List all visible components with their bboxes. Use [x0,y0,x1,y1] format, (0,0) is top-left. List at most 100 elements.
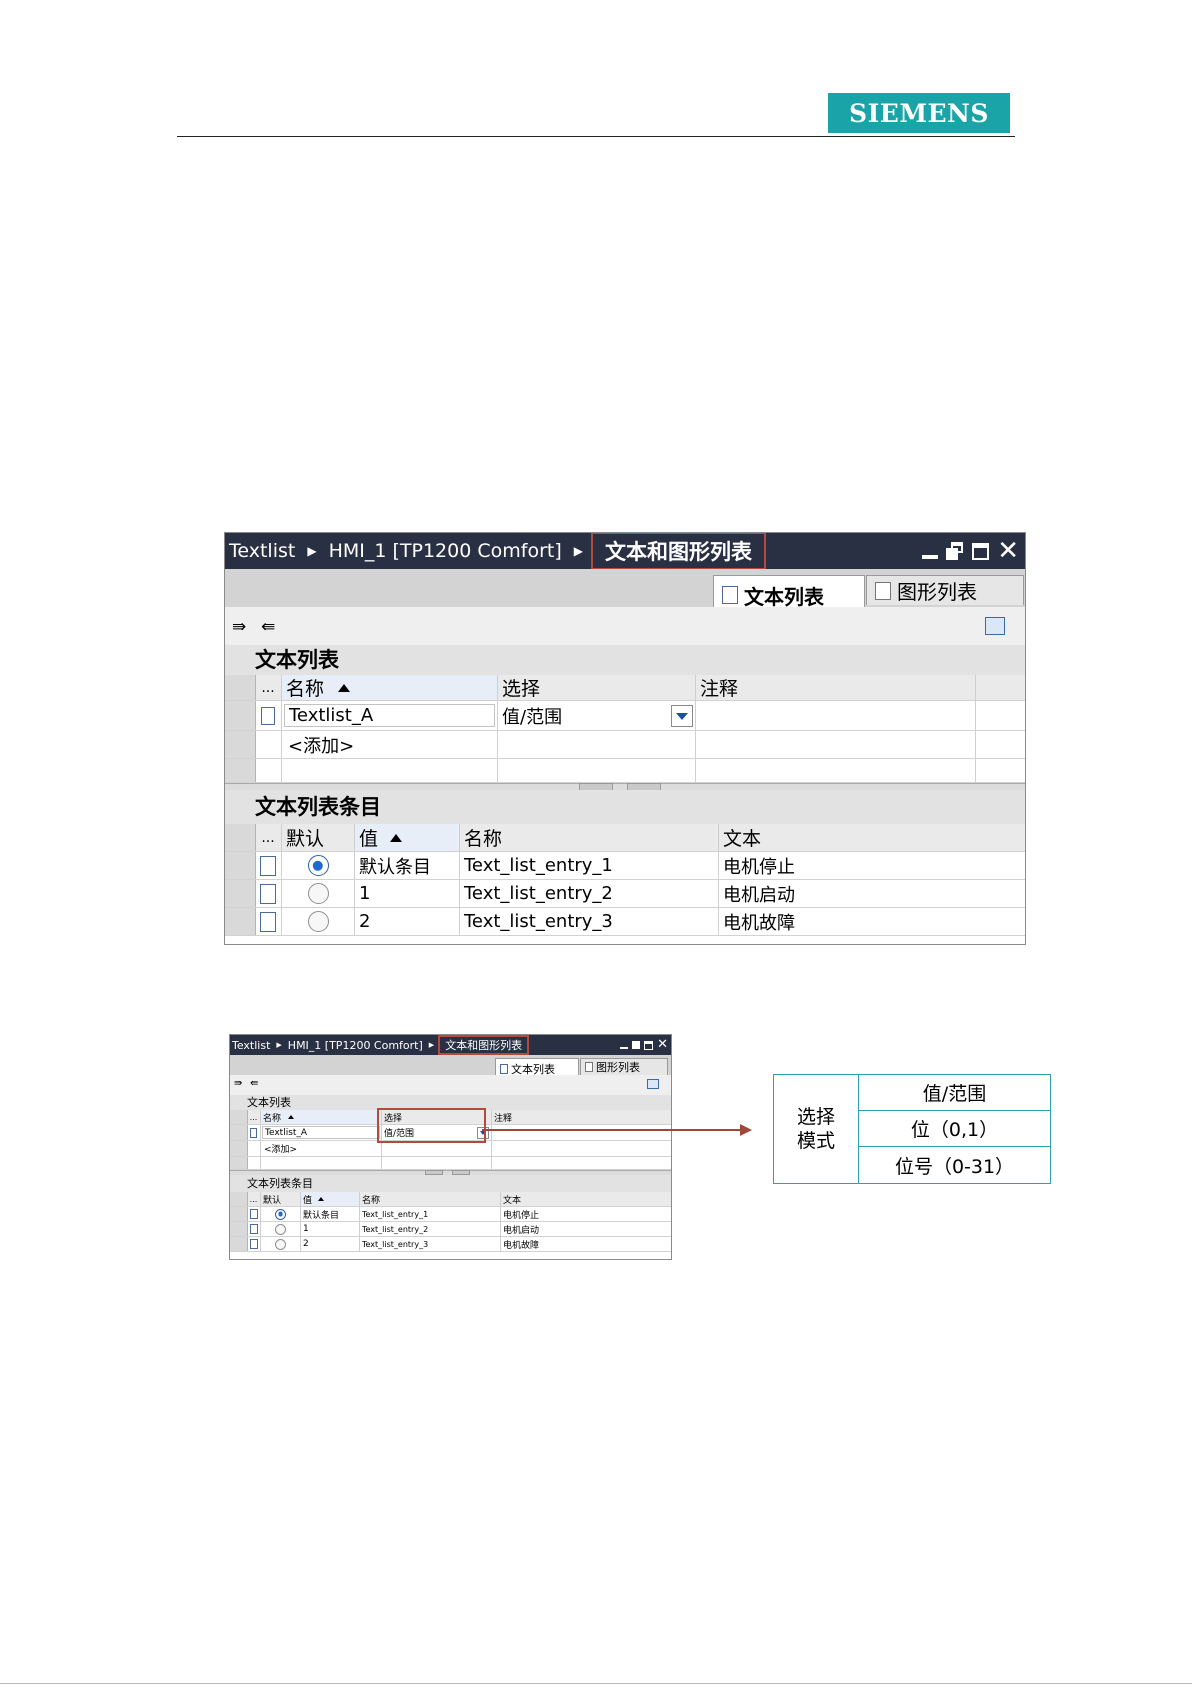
col-name-label: 名称 [286,678,325,700]
maximize-icon[interactable] [972,542,990,560]
default-radio[interactable] [307,883,329,904]
comment-cell[interactable] [696,701,976,730]
default-cell[interactable] [282,852,355,879]
col-value[interactable]: 值 [355,824,460,851]
col-name[interactable]: 名称 [460,824,719,851]
col-selection[interactable]: 选择 [498,675,696,700]
value-cell[interactable]: 2 [301,1237,360,1251]
col-value-label: 值 [359,828,379,850]
default-cell[interactable] [282,880,355,907]
row-header [225,759,256,782]
selection-dropdown-icon[interactable] [671,705,693,727]
add-new-cell[interactable]: <添加> [282,731,498,758]
table-settings-icon[interactable] [985,617,1005,635]
name-cell[interactable]: Textlist_A [282,701,498,730]
name-cell[interactable]: Text_list_entry_1 [360,1207,501,1221]
value-cell[interactable]: 2 [355,908,460,935]
window-controls: ✕ [922,533,1019,569]
col-value[interactable]: 值 [301,1192,360,1206]
default-radio-selected[interactable] [307,855,329,876]
col-default[interactable]: 默认 [261,1192,301,1206]
default-radio[interactable] [307,911,329,932]
maximize-icon[interactable] [644,1040,654,1050]
restore-icon[interactable] [632,1041,641,1049]
text-cell[interactable]: 电机故障 [719,908,1025,935]
text-cell[interactable]: 电机故障 [501,1237,671,1251]
table-settings-icon[interactable] [647,1079,659,1089]
row-icon-cell [247,1207,261,1221]
text-cell[interactable]: 电机启动 [501,1222,671,1236]
entries-section-title: 文本列表条目 [225,790,1025,824]
name-cell[interactable]: Text_list_entry_3 [460,908,719,935]
comment-cell[interactable] [492,1125,671,1140]
col-name[interactable]: 名称 [282,675,498,700]
value-cell[interactable]: 默认条目 [355,852,460,879]
value-cell[interactable]: 1 [355,880,460,907]
close-icon[interactable]: ✕ [657,1038,668,1051]
tab-graphic-lists[interactable]: 图形列表 [580,1058,668,1075]
name-field[interactable]: Textlist_A [284,704,495,727]
sort-ascending-icon [288,1115,295,1119]
expand-all-icon[interactable]: ⇛ [232,617,246,637]
value-cell[interactable]: 默认条目 [301,1207,360,1221]
table-row[interactable]: 2 Text_list_entry_3 电机故障 [225,908,1025,936]
footer-divider [0,1683,1192,1684]
row-header [230,1192,248,1206]
default-radio[interactable] [275,1238,286,1250]
col-more[interactable]: ... [247,1110,261,1124]
breadcrumb-separator-icon: ▶ [307,544,317,558]
breadcrumb-project[interactable]: Textlist [232,1039,270,1052]
minimize-icon[interactable] [620,1047,629,1049]
col-name[interactable]: 名称 [261,1110,382,1124]
col-more[interactable]: ... [255,675,282,700]
minimize-icon[interactable] [922,555,939,559]
col-comment[interactable]: 注释 [696,675,976,700]
add-new-cell[interactable]: <添加> [261,1141,382,1156]
default-cell[interactable] [282,908,355,935]
tab-label: 文本列表 [744,584,824,609]
col-text[interactable]: 文本 [719,824,1025,851]
name-cell[interactable]: Text_list_entry_2 [460,880,719,907]
col-comment[interactable]: 注释 [492,1110,671,1124]
col-more[interactable]: ... [255,824,282,851]
default-radio-selected[interactable] [275,1208,286,1220]
table-row[interactable]: 默认条目 Text_list_entry_1 电机停止 [230,1207,671,1222]
table-row[interactable]: 1 Text_list_entry_2 电机启动 [230,1222,671,1237]
add-row[interactable]: <添加> [225,731,1025,759]
default-cell[interactable] [261,1207,301,1221]
collapse-all-icon[interactable]: ⇚ [250,1078,258,1089]
name-field[interactable]: Textlist_A [262,1126,380,1139]
tab-graphic-lists[interactable]: 图形列表 [866,575,1024,605]
name-cell[interactable]: Text_list_entry_3 [360,1237,501,1251]
text-cell[interactable]: 电机启动 [719,880,1025,907]
breadcrumb-device[interactable]: HMI_1 [TP1200 Comfort] [288,1039,423,1052]
restore-icon[interactable] [946,542,964,560]
collapse-all-icon[interactable]: ⇚ [261,617,275,637]
breadcrumb-device[interactable]: HMI_1 [TP1200 Comfort] [329,540,562,562]
default-radio[interactable] [275,1223,286,1235]
expand-all-icon[interactable]: ⇛ [234,1078,242,1089]
value-cell[interactable]: 1 [301,1222,360,1236]
close-icon[interactable]: ✕ [997,538,1019,564]
table-row[interactable]: 默认条目 Text_list_entry_1 电机停止 [225,852,1025,880]
table-row[interactable]: Textlist_A 值/范围 [225,701,1025,731]
col-name[interactable]: 名称 [360,1192,501,1206]
selection-cell[interactable]: 值/范围 [498,701,696,730]
name-cell[interactable]: Text_list_entry_1 [460,852,719,879]
breadcrumb-project[interactable]: Textlist [229,540,295,562]
default-cell[interactable] [261,1237,301,1251]
row-header [225,675,256,700]
table-row[interactable]: 2 Text_list_entry_3 电机故障 [230,1237,671,1252]
col-text[interactable]: 文本 [501,1192,671,1206]
col-default[interactable]: 默认 [282,824,355,851]
default-cell[interactable] [261,1222,301,1236]
row-icon-cell [255,701,282,730]
table-row[interactable]: 1 Text_list_entry_2 电机启动 [225,880,1025,908]
add-row[interactable]: <添加> [230,1141,671,1157]
selection-mode-table: 选择 模式 值/范围 位（0,1） 位号（0-31） [773,1074,1051,1184]
name-cell[interactable]: Text_list_entry_2 [360,1222,501,1236]
text-cell[interactable]: 电机停止 [719,852,1025,879]
text-cell[interactable]: 电机停止 [501,1207,671,1221]
name-cell[interactable]: Textlist_A [261,1125,382,1140]
col-more[interactable]: ... [247,1192,261,1206]
